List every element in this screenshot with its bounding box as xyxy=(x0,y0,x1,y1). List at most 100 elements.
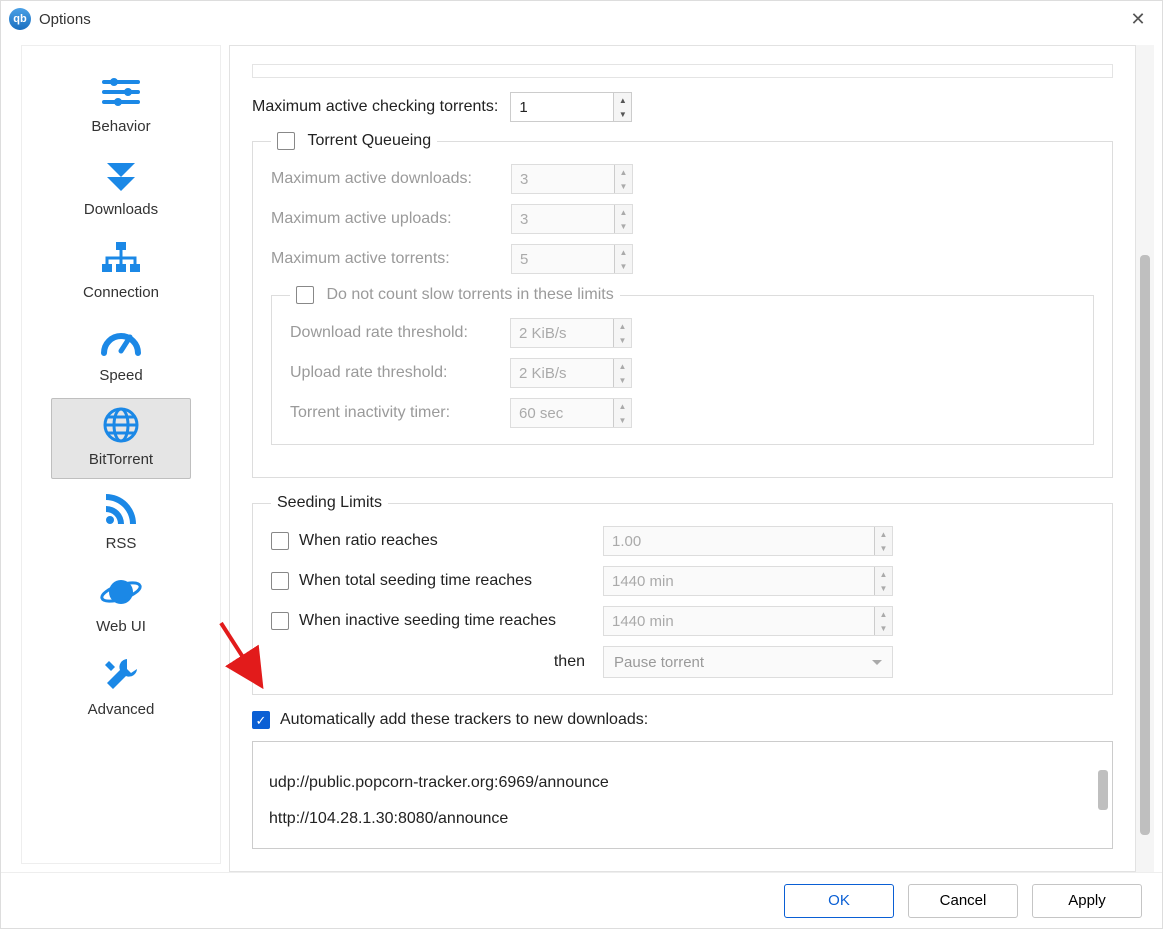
then-label: then xyxy=(271,653,591,671)
spin-down-icon[interactable]: ▼ xyxy=(614,373,631,387)
close-icon[interactable]: ✕ xyxy=(1122,9,1154,30)
rss-icon xyxy=(98,489,144,529)
spin-up-icon[interactable]: ▲ xyxy=(614,359,631,373)
then-action-row: then Pause torrent xyxy=(271,646,1094,678)
sidebar-item-label: Behavior xyxy=(91,118,150,135)
spin-buttons[interactable]: ▲▼ xyxy=(874,607,892,635)
spin-buttons[interactable]: ▲▼ xyxy=(614,245,632,273)
spin-up-icon[interactable]: ▲ xyxy=(614,399,631,413)
slow-torrents-legend: Do not count slow torrents in these limi… xyxy=(290,286,620,304)
spin-up-icon[interactable]: ▲ xyxy=(615,245,632,259)
spin-buttons[interactable]: ▲▼ xyxy=(613,359,631,387)
torrent-queueing-legend: Torrent Queueing xyxy=(271,132,437,150)
spin-up-icon[interactable]: ▲ xyxy=(615,205,632,219)
sidebar: Behavior Downloads Connection Speed xyxy=(21,45,221,864)
auto-trackers-textarea[interactable]: udp://public.popcorn-tracker.org:6969/an… xyxy=(252,741,1113,849)
spin-value: 60 sec xyxy=(511,405,613,422)
select-value: Pause torrent xyxy=(614,654,704,671)
spin-down-icon[interactable]: ▼ xyxy=(614,333,631,347)
auto-trackers-section: Automatically add these trackers to new … xyxy=(252,711,1113,849)
options-window: qb Options ✕ Behavior Downloads xyxy=(0,0,1163,929)
ok-button[interactable]: OK xyxy=(784,884,894,918)
download-rate-threshold-spin[interactable]: 2 KiB/s ▲▼ xyxy=(510,318,632,348)
spin-value: 1 xyxy=(511,99,613,116)
auto-trackers-checkbox[interactable] xyxy=(252,711,270,729)
max-active-uploads-spin[interactable]: 3 ▲▼ xyxy=(511,204,633,234)
spin-down-icon[interactable]: ▼ xyxy=(615,179,632,193)
spin-down-icon[interactable]: ▼ xyxy=(875,541,892,555)
spin-down-icon[interactable]: ▼ xyxy=(614,107,631,121)
upload-rate-threshold-spin[interactable]: 2 KiB/s ▲▼ xyxy=(510,358,632,388)
auto-trackers-label: Automatically add these trackers to new … xyxy=(280,711,648,729)
slow-torrents-checkbox[interactable] xyxy=(296,286,314,304)
cancel-button[interactable]: Cancel xyxy=(908,884,1018,918)
seeding-limits-legend: Seeding Limits xyxy=(271,494,388,512)
spin-buttons[interactable]: ▲▼ xyxy=(614,205,632,233)
download-icon xyxy=(98,155,144,195)
spin-down-icon[interactable]: ▼ xyxy=(875,581,892,595)
sidebar-item-label: Speed xyxy=(99,367,142,384)
spin-up-icon[interactable]: ▲ xyxy=(614,319,631,333)
spin-buttons[interactable]: ▲▼ xyxy=(874,527,892,555)
content-scrollbar-thumb[interactable] xyxy=(1140,255,1150,835)
spin-down-icon[interactable]: ▼ xyxy=(614,413,631,427)
sidebar-item-advanced[interactable]: Advanced xyxy=(51,649,191,728)
inactivity-timer-label: Torrent inactivity timer: xyxy=(290,404,510,422)
content-scrollbar[interactable] xyxy=(1136,45,1154,872)
download-rate-threshold-label: Download rate threshold: xyxy=(290,324,510,342)
total-time-checkbox[interactable] xyxy=(271,572,289,590)
sidebar-item-behavior[interactable]: Behavior xyxy=(51,66,191,145)
spin-up-icon[interactable]: ▲ xyxy=(614,93,631,107)
upload-rate-threshold-label: Upload rate threshold: xyxy=(290,364,510,382)
max-active-checking-row: Maximum active checking torrents: 1 ▲▼ xyxy=(252,92,1113,122)
spin-value: 1.00 xyxy=(604,533,874,550)
torrent-queueing-legend-text: Torrent Queueing xyxy=(307,132,431,149)
spin-buttons[interactable]: ▲▼ xyxy=(614,165,632,193)
tools-icon xyxy=(98,655,144,695)
max-active-downloads-spin[interactable]: 3 ▲▼ xyxy=(511,164,633,194)
spin-down-icon[interactable]: ▼ xyxy=(615,219,632,233)
sidebar-item-webui[interactable]: Web UI xyxy=(51,566,191,645)
spin-up-icon[interactable]: ▲ xyxy=(875,527,892,541)
spin-up-icon[interactable]: ▲ xyxy=(875,607,892,621)
spin-buttons[interactable]: ▲▼ xyxy=(613,319,631,347)
inactive-time-row: When inactive seeding time reaches 1440 … xyxy=(271,606,1094,636)
titlebar: qb Options ✕ xyxy=(1,1,1162,37)
ratio-spin[interactable]: 1.00 ▲▼ xyxy=(603,526,893,556)
max-active-uploads-label: Maximum active uploads: xyxy=(271,210,511,228)
max-active-downloads-label: Maximum active downloads: xyxy=(271,170,511,188)
sliders-icon xyxy=(98,72,144,112)
sidebar-item-label: RSS xyxy=(106,535,137,552)
inactive-time-spin[interactable]: 1440 min ▲▼ xyxy=(603,606,893,636)
max-active-torrents-label: Maximum active torrents: xyxy=(271,250,511,268)
app-icon: qb xyxy=(9,8,31,30)
spin-down-icon[interactable]: ▼ xyxy=(615,259,632,273)
max-active-checking-label: Maximum active checking torrents: xyxy=(252,98,498,116)
content-wrap: Maximum active checking torrents: 1 ▲▼ T… xyxy=(221,37,1162,872)
apply-button[interactable]: Apply xyxy=(1032,884,1142,918)
ratio-checkbox[interactable] xyxy=(271,532,289,550)
then-action-select[interactable]: Pause torrent xyxy=(603,646,893,678)
spin-up-icon[interactable]: ▲ xyxy=(615,165,632,179)
sidebar-item-connection[interactable]: Connection xyxy=(51,232,191,311)
inactivity-timer-spin[interactable]: 60 sec ▲▼ xyxy=(510,398,632,428)
spin-buttons[interactable]: ▲▼ xyxy=(613,93,631,121)
sidebar-item-downloads[interactable]: Downloads xyxy=(51,149,191,228)
textarea-scrollbar-thumb[interactable] xyxy=(1098,770,1108,810)
seeding-limits-group: Seeding Limits When ratio reaches 1.00 ▲… xyxy=(252,494,1113,695)
sidebar-item-bittorrent[interactable]: BitTorrent xyxy=(51,398,191,479)
max-active-checking-spin[interactable]: 1 ▲▼ xyxy=(510,92,632,122)
total-time-spin[interactable]: 1440 min ▲▼ xyxy=(603,566,893,596)
inactive-time-checkbox[interactable] xyxy=(271,612,289,630)
sidebar-item-speed[interactable]: Speed xyxy=(51,315,191,394)
network-icon xyxy=(98,238,144,278)
dialog-footer: OK Cancel Apply xyxy=(1,872,1162,928)
spin-value: 3 xyxy=(512,211,614,228)
max-active-torrents-spin[interactable]: 5 ▲▼ xyxy=(511,244,633,274)
spin-buttons[interactable]: ▲▼ xyxy=(613,399,631,427)
spin-buttons[interactable]: ▲▼ xyxy=(874,567,892,595)
spin-down-icon[interactable]: ▼ xyxy=(875,621,892,635)
spin-up-icon[interactable]: ▲ xyxy=(875,567,892,581)
torrent-queueing-checkbox[interactable] xyxy=(277,132,295,150)
sidebar-item-rss[interactable]: RSS xyxy=(51,483,191,562)
